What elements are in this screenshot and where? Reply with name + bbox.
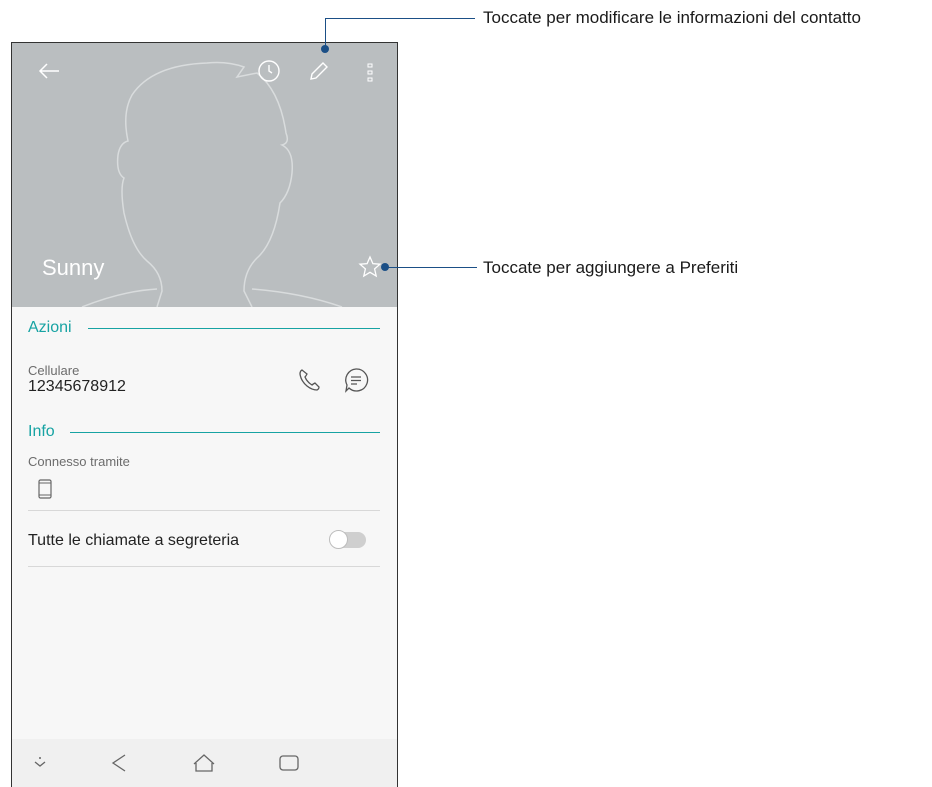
phone-type-label: Cellulare: [28, 363, 80, 378]
callout-line-edit: [325, 18, 475, 19]
divider: [28, 566, 380, 567]
contact-screen: Sunny Azioni Cellulare 12345678912 Info …: [11, 42, 398, 787]
callout-favorite-text: Toccate per aggiungere a Preferiti: [483, 258, 739, 277]
back-triangle-icon[interactable]: [109, 752, 129, 774]
contact-name: Sunny: [42, 255, 105, 280]
section-title-actions: Azioni: [28, 319, 72, 336]
voicemail-label: Tutte le chiamate a segreteria: [28, 532, 240, 549]
more-vertical-icon[interactable]: [366, 63, 374, 83]
phone-number[interactable]: 12345678912: [28, 378, 126, 396]
message-bubble-icon[interactable]: [343, 367, 369, 393]
toggle-knob: [329, 530, 348, 549]
contact-header: Sunny: [12, 43, 397, 307]
callout-edit-text: Toccate per modificare le informazioni d…: [483, 8, 861, 27]
recents-icon[interactable]: [278, 753, 300, 773]
voicemail-toggle[interactable]: [329, 530, 366, 549]
back-arrow-icon[interactable]: [37, 61, 61, 81]
section-title-info: Info: [28, 423, 55, 440]
phone-icon[interactable]: [297, 367, 321, 393]
home-icon[interactable]: [192, 752, 216, 774]
clock-icon[interactable]: [257, 59, 281, 83]
section-divider: [70, 432, 380, 433]
phone-device-icon: [38, 479, 52, 499]
divider: [28, 510, 380, 511]
callout-line-favorite: [385, 267, 477, 268]
hide-bar-icon[interactable]: [32, 756, 48, 770]
connected-via-label: Connesso tramite: [28, 454, 130, 469]
star-outline-icon[interactable]: [358, 255, 382, 279]
section-divider: [88, 328, 380, 329]
callout-dot-edit: [321, 45, 329, 53]
system-nav-bar: [12, 739, 397, 787]
pencil-icon[interactable]: [307, 59, 331, 83]
callout-line-edit: [325, 18, 326, 48]
